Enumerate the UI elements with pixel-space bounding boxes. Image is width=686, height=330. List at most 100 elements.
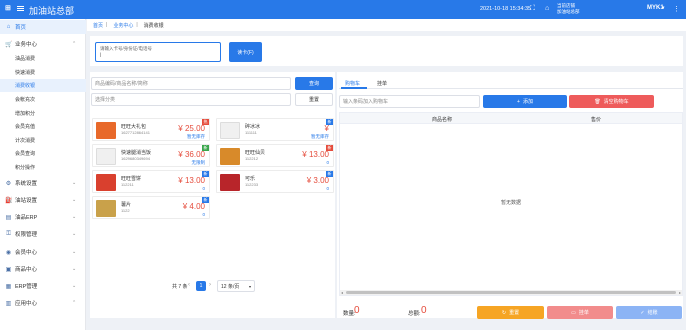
pagination-page[interactable]: 1 [196,281,206,291]
product-code: 1122 [121,208,130,213]
scroll-right-icon[interactable]: ▸ [679,290,681,295]
product-name: 快速腿消当饭 [121,150,152,156]
sidebar-item-station[interactable]: ⛽ 油站设置 ⌄ [0,193,86,207]
add-button[interactable]: + 添加 [483,95,567,108]
product-card[interactable]: 碎冰冰 111111 ¥ 暂无库存 新 [216,118,334,141]
chevron-down-icon[interactable]: ▾ [662,5,665,11]
gear-icon: ⚙ [5,180,12,187]
product-card[interactable]: 旺旺雪饼 112211 ¥ 13.00 0 新 [92,170,210,193]
product-card[interactable]: 薯片 1122 ¥ 4.00 0 新 [92,196,210,219]
product-name: 旺旺大礼包 [121,124,147,130]
text-cursor: | [100,52,102,57]
sidebar-subitem[interactable]: 油品消费 [0,52,86,65]
sidebar-item-label: 首页 [15,25,27,31]
product-price: ¥ 13.00 [178,176,205,185]
empty-state-text: 暂无数据 [500,200,521,206]
sidebar-subitem[interactable]: 计次消费 [0,134,86,147]
clear-cart-label: 清空购物车 [603,99,629,105]
chevron-down-icon: ▾ [248,283,251,289]
tab-cart[interactable]: 购物车 [345,80,360,87]
product-code: 112233 [245,182,259,187]
breadcrumb-separator: | [106,22,108,28]
chevron-right-icon[interactable]: › [209,282,211,288]
sidebar-item-system[interactable]: ⚙ 系统设置 ⌄ [0,176,86,190]
reset-cart-button[interactable]: ↻ 重置 [477,306,544,319]
product-card[interactable]: 旺旺大礼包 1627712864141 ¥ 25.00 暂无库存 热 [92,118,210,141]
category-select[interactable]: 选择分类 [91,93,291,106]
chevron-down-icon: ⌄ [72,231,77,237]
sidebar-subitem[interactable]: 快速消费 [0,66,86,79]
product-card[interactable]: 旺旺仙贝 112212 ¥ 13.00 0 新 [216,144,334,167]
breadcrumb-business[interactable]: 业务中心 [113,22,133,29]
station-icon: ⛽ [5,197,13,204]
sidebar-subitem[interactable]: 增加积分 [0,107,86,120]
sidebar-item-home[interactable]: ⌂ 首页 [0,20,86,34]
checkout-label: 结账 [647,310,658,316]
hold-order-button[interactable]: ▭ 挂单 [547,306,613,319]
sidebar-subitem[interactable]: 会员充值 [0,120,86,133]
top-bar: ⊞ 加油站总部 2021-10-18 15:34:35 ⛶ ⌂ 当前店铺 加油站… [0,0,686,19]
sidebar-item-erp[interactable]: ▦ ERP管理 ⌄ [0,279,86,293]
reset-button[interactable]: 重置 [295,93,333,106]
sidebar-item-apps[interactable]: ▥ 应用中心 ⌃ [0,296,86,310]
product-stock: 无限制 [191,160,206,165]
box-icon: ▣ [5,266,12,273]
more-icon[interactable]: ⋮ [673,5,680,13]
breadcrumb: 首页 | 业务中心 | 消费收银 [87,19,686,31]
member-card-input[interactable]: 请输入卡号/身份证/电话号 | [95,42,221,62]
product-name: 可乐 [245,176,256,182]
tab-hold-orders[interactable]: 挂单 [377,80,387,87]
sidebar-item-business[interactable]: 🛒 业务中心 ⌃ [0,37,86,51]
checkout-button[interactable]: ✓ 结账 [616,306,682,319]
menu-toggle-icon[interactable] [17,5,24,12]
pagination-total: 共 7 条 [172,284,188,290]
product-card[interactable]: 可乐 112233 ¥ 3.00 0 新 [216,170,334,193]
sidebar-item-goods[interactable]: ▣ 商品中心 ⌄ [0,262,86,276]
product-thumbnail [220,122,240,139]
fullscreen-icon[interactable]: ⛶ [530,5,535,13]
product-search-input[interactable]: 商品编码/商品名称/简称 [91,77,291,90]
sidebar-subitem[interactable]: 会帐充次 [0,93,86,106]
store-name: 加油站总部 [557,9,580,14]
store-info[interactable]: 当前店铺 加油站总部 [557,3,580,15]
page-size-select[interactable]: 12 条/页 ▾ [217,280,255,292]
product-card[interactable]: 快速腿消当饭 1629680349694 ¥ 36.00 无限制 新 [92,144,210,167]
search-button[interactable]: 查询 [295,77,333,90]
column-header-price: 售价 [591,117,602,123]
sidebar-item-label: 业务中心 [15,42,38,48]
plus-icon: + [517,98,520,105]
horizontal-scrollbar[interactable]: ◂ ▸ [340,290,682,295]
cart-table: 商品名称 售价 暂无数据 ◂ ▸ [339,112,683,296]
sidebar-subitem[interactable]: 积分操作 [0,161,86,174]
erp-icon: ▦ [5,283,12,290]
home-icon: ⌂ [6,24,11,30]
product-badge: 新 [326,171,333,177]
sidebar-item-member[interactable]: ◉ 会员中心 ⌄ [0,245,86,259]
chevron-up-icon: ⌃ [72,300,77,306]
product-thumbnail [96,174,116,191]
product-stock: 0 [202,212,205,217]
scrollbar-thumb[interactable] [346,291,676,294]
sidebar-subitem-active[interactable]: 消费收银 [0,79,86,92]
refresh-icon: ↻ [501,309,507,316]
product-name: 旺旺仙贝 [245,150,266,156]
product-badge: 新 [326,145,333,151]
sidebar-item-permission[interactable]: ⚿ 权限管理 ⌄ [0,227,86,241]
chevron-left-icon[interactable]: ‹ [188,282,190,288]
breadcrumb-home[interactable]: 首页 [93,22,103,29]
product-thumbnail [96,200,116,217]
barcode-input[interactable]: 输入条码加入购物车 [339,95,480,108]
chevron-down-icon: ⌄ [72,266,77,272]
sidebar-item-oil-erp[interactable]: ▤ 油品ERP ⌄ [0,210,86,224]
chevron-down-icon: ⌄ [72,249,77,255]
trash-icon: 🗑 [594,98,601,105]
column-header-name: 商品名称 [432,117,453,123]
scroll-left-icon[interactable]: ◂ [341,290,343,295]
logo-icon: ⊞ [5,5,11,12]
sidebar-subitem[interactable]: 会员查询 [0,147,86,160]
chevron-down-icon: ⌄ [72,180,77,186]
product-name: 薯片 [121,202,132,208]
app-title: 加油站总部 [29,6,75,16]
clear-cart-button[interactable]: 🗑 清空购物车 [569,95,654,108]
read-card-button[interactable]: 读卡(F) [229,42,262,62]
